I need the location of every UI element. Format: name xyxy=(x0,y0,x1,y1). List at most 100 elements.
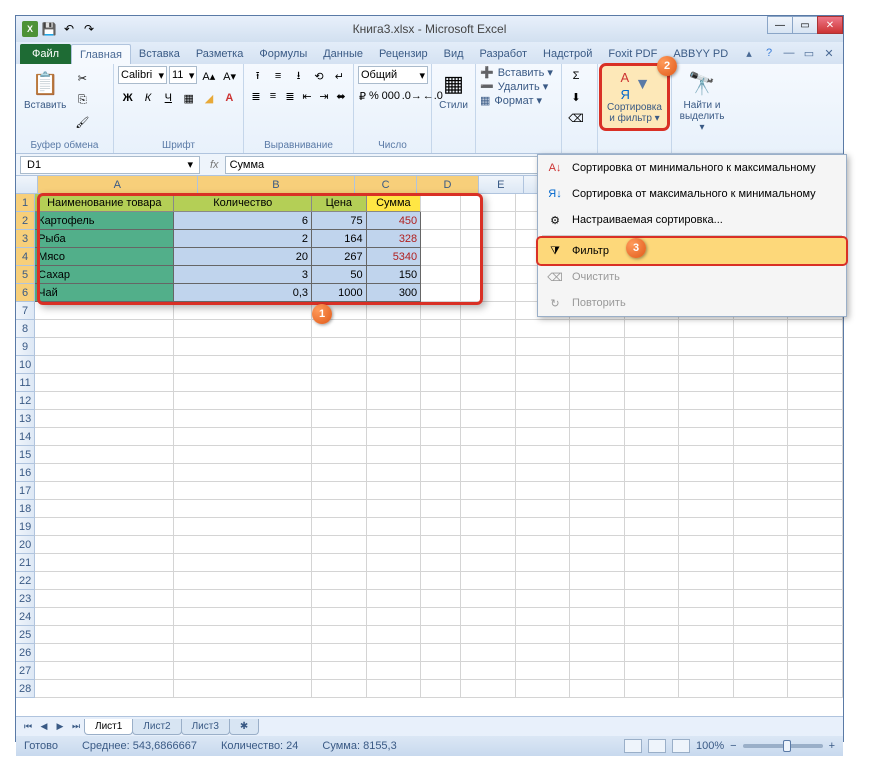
cell[interactable] xyxy=(367,572,422,590)
number-format-combo[interactable]: Общий▾ xyxy=(358,66,428,84)
row-header[interactable]: 10 xyxy=(16,356,35,374)
cell[interactable] xyxy=(734,536,789,554)
row-header[interactable]: 20 xyxy=(16,536,35,554)
cell[interactable] xyxy=(174,338,312,356)
cell[interactable] xyxy=(421,500,461,518)
cell[interactable] xyxy=(516,608,571,626)
cell[interactable] xyxy=(312,626,367,644)
cell[interactable] xyxy=(367,428,422,446)
cell[interactable] xyxy=(461,644,516,662)
sort-desc-item[interactable]: Я↓Сортировка от максимального к минималь… xyxy=(538,181,846,207)
underline-icon[interactable]: Ч xyxy=(159,88,178,108)
cell[interactable] xyxy=(174,446,312,464)
cell[interactable] xyxy=(421,410,461,428)
cell[interactable] xyxy=(516,500,571,518)
sheet-tab-3[interactable]: Лист3 xyxy=(181,719,230,735)
filter-item[interactable]: ⧩Фильтр 3 xyxy=(538,238,846,264)
cell[interactable] xyxy=(461,320,516,338)
grow-font-icon[interactable]: A▴ xyxy=(199,66,218,86)
cell[interactable] xyxy=(788,374,843,392)
autosum-icon[interactable]: Σ xyxy=(566,66,586,86)
cell[interactable] xyxy=(679,500,734,518)
cell[interactable] xyxy=(367,302,422,320)
cell[interactable] xyxy=(367,482,422,500)
cell[interactable] xyxy=(625,320,680,338)
cell[interactable] xyxy=(788,680,843,698)
cell[interactable] xyxy=(367,662,422,680)
cell[interactable] xyxy=(788,482,843,500)
tab-dev[interactable]: Разработ xyxy=(472,44,535,64)
save-icon[interactable]: 💾 xyxy=(40,20,58,38)
cell[interactable]: 3 xyxy=(174,266,312,284)
merge-icon[interactable]: ⬌ xyxy=(333,86,349,106)
currency-icon[interactable]: ₽ xyxy=(358,86,367,106)
cell[interactable] xyxy=(734,590,789,608)
cell[interactable] xyxy=(734,608,789,626)
cell[interactable]: 75 xyxy=(312,212,367,230)
cell[interactable] xyxy=(570,464,625,482)
cell[interactable] xyxy=(788,644,843,662)
cell[interactable] xyxy=(174,626,312,644)
tab-home[interactable]: Главная xyxy=(71,44,131,64)
cell[interactable] xyxy=(461,518,516,536)
cell[interactable] xyxy=(312,410,367,428)
tab-file[interactable]: Файл xyxy=(20,44,71,64)
cell[interactable] xyxy=(516,662,571,680)
cell[interactable] xyxy=(35,590,174,608)
help-icon[interactable]: ? xyxy=(761,45,777,61)
fill-icon[interactable]: ⬇ xyxy=(566,87,586,107)
cell[interactable] xyxy=(421,356,461,374)
shrink-font-icon[interactable]: A▾ xyxy=(220,66,239,86)
cell[interactable]: Картофель xyxy=(35,212,174,230)
cell[interactable] xyxy=(734,464,789,482)
cell[interactable] xyxy=(461,554,516,572)
cell[interactable] xyxy=(35,320,174,338)
insert-cells-button[interactable]: ➕Вставить ▾ xyxy=(480,66,557,79)
row-header[interactable]: 2 xyxy=(16,212,35,230)
cell[interactable]: Чай xyxy=(35,284,174,302)
cell[interactable]: 5340 xyxy=(367,248,422,266)
col-header-B[interactable]: B xyxy=(198,176,356,193)
tab-nav-prev-icon[interactable]: ◀ xyxy=(36,719,52,735)
cell[interactable] xyxy=(461,410,516,428)
cell[interactable] xyxy=(625,572,680,590)
cell[interactable] xyxy=(421,680,461,698)
minimize-ribbon-icon[interactable]: ▴ xyxy=(741,45,757,61)
row-header[interactable]: 18 xyxy=(16,500,35,518)
cell[interactable] xyxy=(174,428,312,446)
cell[interactable] xyxy=(461,446,516,464)
cell[interactable] xyxy=(421,194,461,212)
cell[interactable]: Рыба xyxy=(35,230,174,248)
cell[interactable] xyxy=(625,590,680,608)
cell[interactable] xyxy=(679,644,734,662)
cell[interactable] xyxy=(421,338,461,356)
cell[interactable] xyxy=(679,482,734,500)
row-header[interactable]: 1 xyxy=(16,194,35,212)
cell[interactable] xyxy=(461,248,516,266)
row-header[interactable]: 19 xyxy=(16,518,35,536)
cell[interactable] xyxy=(174,536,312,554)
align-right-icon[interactable]: ≣ xyxy=(282,86,298,106)
format-painter-icon[interactable]: 🖌 xyxy=(72,112,92,132)
row-header[interactable]: 15 xyxy=(16,446,35,464)
cell[interactable] xyxy=(312,590,367,608)
inc-decimal-icon[interactable]: .0→ xyxy=(402,86,422,106)
cell[interactable]: Сумма xyxy=(367,194,422,212)
clear-filter-item[interactable]: ⌫Очистить xyxy=(538,264,846,290)
tab-addins[interactable]: Надстрой xyxy=(535,44,600,64)
cell[interactable] xyxy=(367,446,422,464)
percent-icon[interactable]: % xyxy=(368,86,380,106)
indent-inc-icon[interactable]: ⇥ xyxy=(316,86,332,106)
sheet-tab-2[interactable]: Лист2 xyxy=(132,719,181,735)
cell[interactable] xyxy=(570,374,625,392)
cell[interactable] xyxy=(461,536,516,554)
maximize-button[interactable]: ▭ xyxy=(792,16,818,34)
cell[interactable] xyxy=(516,644,571,662)
cell[interactable] xyxy=(312,482,367,500)
cell[interactable] xyxy=(312,428,367,446)
cell[interactable]: 450 xyxy=(367,212,422,230)
cell[interactable] xyxy=(734,446,789,464)
cell[interactable] xyxy=(570,680,625,698)
col-header-D[interactable]: D xyxy=(417,176,479,193)
indent-dec-icon[interactable]: ⇤ xyxy=(299,86,315,106)
